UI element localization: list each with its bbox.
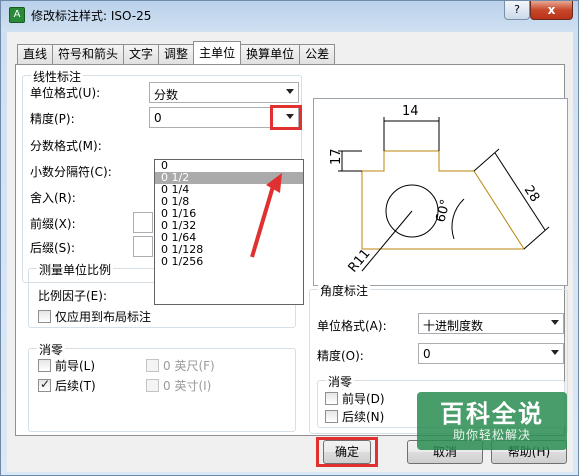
angle-arc (451, 198, 465, 240)
tab-panel: 线性标注 单位格式(U): 分数 精度(P): 0 分数格式(M): 小数分隔符… (15, 64, 568, 436)
unit-format-value: 分数 (154, 88, 179, 102)
close-button[interactable]: x (530, 1, 573, 20)
angular-group-title: 角度标注 (318, 282, 371, 299)
decimal-separator-label: 小数分隔符(C): (30, 165, 112, 179)
fraction-format-label: 分数格式(M): (30, 139, 102, 153)
checkbox-box[interactable]: ✓ (38, 377, 51, 392)
tab-text[interactable]: 文字 (123, 44, 160, 64)
angular-unit-format-select[interactable]: 十进制度数 (418, 313, 564, 334)
angular-trailing-checkbox[interactable]: 后续(N) (325, 408, 384, 425)
zero-feet-checkbox[interactable]: 0 英尺(F) (146, 357, 215, 374)
chevron-down-icon (551, 350, 559, 355)
radius-leader (361, 210, 413, 272)
dialog-client: 直线 符号和箭头 文字 调整 主单位 换算单位 公差 线性标注 单位格式(U):… (7, 32, 573, 472)
title-bar[interactable]: A 修改标注样式: ISO-25 ? x (1, 1, 578, 31)
layout-only-label: 仅应用到布局标注 (55, 310, 152, 324)
zero-left-title: 消零 (37, 341, 66, 358)
dim-radius-text: R11 (346, 246, 374, 275)
tab-strip: 直线 符号和箭头 文字 调整 主单位 换算单位 公差 (17, 41, 336, 64)
linear-group-title: 线性标注 (31, 68, 84, 85)
zero-inches-checkbox[interactable]: 0 英寸(I) (146, 377, 211, 394)
extension-line (473, 148, 500, 172)
trailing-zero-label: 后续(T) (55, 379, 96, 393)
angular-precision-label: 精度(O): (317, 349, 364, 363)
unit-format-select[interactable]: 分数 (149, 82, 299, 103)
chevron-down-icon (551, 320, 559, 325)
leading-zero-label: 前导(L) (55, 359, 96, 373)
zero-right-title: 消零 (326, 373, 355, 390)
leading-zero-checkbox[interactable]: 前导(L) (38, 357, 95, 374)
scale-group-title: 测量单位比例 (37, 261, 114, 278)
dim-right-text: 28 (521, 183, 543, 205)
autocad-app-icon: A (9, 7, 25, 23)
suffix-input[interactable] (133, 236, 153, 257)
tab-tolerances[interactable]: 公差 (299, 44, 336, 64)
dialog-window: A 修改标注样式: ISO-25 ? x 直线 符号和箭头 文字 调整 主单位 … (0, 0, 579, 476)
annotation-arrow (250, 173, 282, 258)
suffix-label: 后缀(S): (30, 241, 76, 255)
help-title-button[interactable]: ? (504, 1, 530, 20)
angular-precision-value: 0 (423, 347, 431, 361)
checkbox-box[interactable] (38, 310, 51, 323)
round-off-label: 舍入(R): (30, 191, 76, 205)
tab-fit[interactable]: 调整 (158, 44, 195, 64)
angular-leading-label: 前导(D) (342, 392, 385, 406)
checkbox-box[interactable] (325, 410, 338, 423)
angular-trailing-label: 后续(N) (342, 410, 385, 424)
checkbox-box[interactable] (38, 359, 51, 372)
watermark-logo: 百科全说 助你轻松解决 (417, 392, 567, 450)
tab-primary-units[interactable]: 主单位 (193, 41, 242, 64)
tab-alternate-units[interactable]: 换算单位 (240, 44, 301, 64)
layout-only-checkbox[interactable]: 仅应用到布局标注 (38, 308, 151, 325)
precision-label: 精度(P): (30, 112, 75, 126)
checkmark-icon: ✓ (40, 377, 51, 391)
chevron-down-icon (286, 89, 294, 94)
ok-button-highlight (316, 437, 378, 467)
tab-lines[interactable]: 直线 (17, 44, 54, 64)
dim-left-text: 17 (329, 148, 344, 165)
angular-unit-format-label: 单位格式(A): (317, 319, 387, 333)
watermark-subtitle: 助你轻松解决 (452, 428, 531, 442)
tab-symbols-arrows[interactable]: 符号和箭头 (52, 44, 125, 64)
zero-feet-label: 0 英尺(F) (163, 359, 215, 373)
extension-line (523, 226, 550, 250)
window-title: 修改标注样式: ISO-25 (31, 9, 152, 23)
prefix-label: 前缀(X): (30, 217, 76, 231)
checkbox-box[interactable] (146, 359, 159, 372)
precision-value: 0 (154, 111, 162, 125)
prefix-input[interactable] (133, 212, 153, 233)
precision-arrow-highlight (270, 105, 302, 130)
trailing-zero-checkbox[interactable]: ✓ 后续(T) (38, 377, 96, 394)
arrow-shaft (250, 182, 276, 258)
zero-inches-label: 0 英寸(I) (163, 379, 212, 393)
angular-leading-checkbox[interactable]: 前导(D) (325, 390, 385, 407)
angular-precision-select[interactable]: 0 (418, 343, 564, 364)
preview-drawing: 14 17 28 60° R11 (329, 104, 550, 276)
dim-top-text: 14 (402, 104, 419, 119)
watermark-title: 百科全说 (440, 400, 544, 428)
dimension-preview: 14 17 28 60° R11 (313, 98, 568, 286)
checkbox-box[interactable] (325, 392, 338, 405)
scale-factor-label: 比例因子(E): (38, 289, 107, 303)
angular-unit-format-value: 十进制度数 (423, 319, 484, 333)
unit-format-label: 单位格式(U): (30, 86, 101, 100)
checkbox-box[interactable] (146, 379, 159, 392)
